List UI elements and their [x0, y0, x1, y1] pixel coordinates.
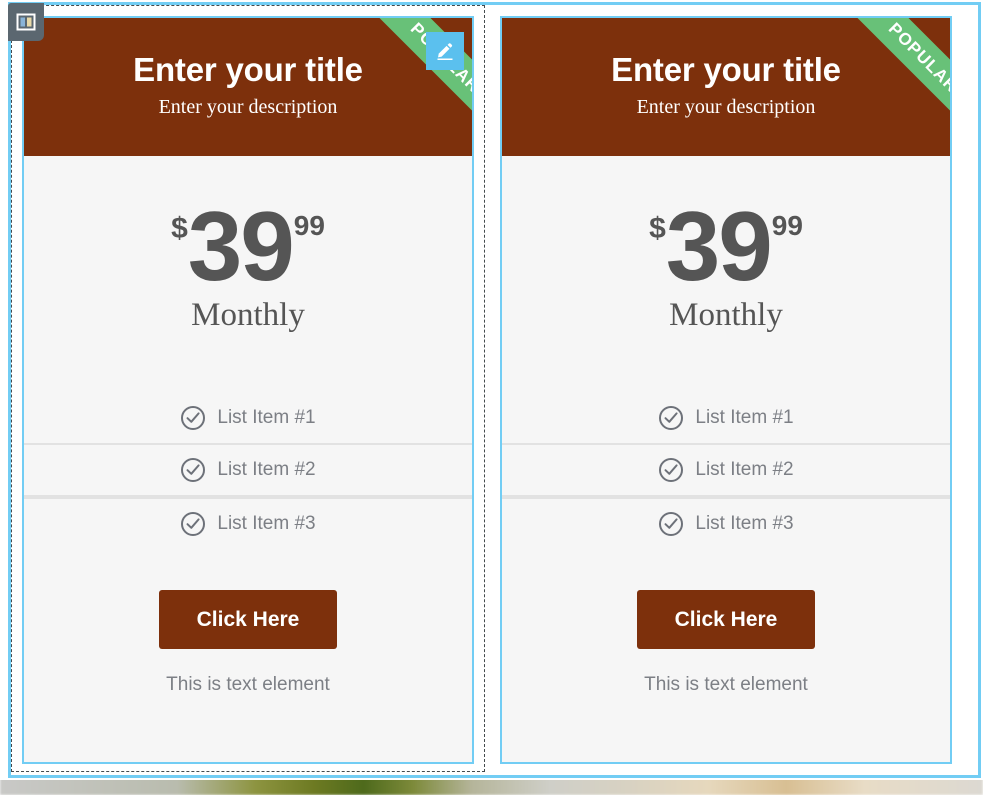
- pricing-card-right[interactable]: Enter your title Enter your description …: [500, 16, 952, 764]
- list-item-label: List Item #2: [695, 459, 794, 481]
- list-item: List Item #2: [24, 443, 472, 498]
- feature-list: List Item #1 List Item #2 List Item #3: [502, 393, 950, 549]
- footer-note: This is text element: [644, 674, 808, 696]
- check-circle-icon: [658, 511, 684, 537]
- list-item-label: List Item #3: [217, 513, 316, 535]
- editor-canvas: Enter your title Enter your description …: [0, 0, 983, 780]
- price-currency: $: [171, 212, 188, 245]
- price-fraction: 99: [771, 210, 803, 241]
- cta-area: Click Here This is text element: [502, 590, 950, 696]
- check-circle-icon: [180, 457, 206, 483]
- list-item: List Item #1: [24, 393, 472, 443]
- price-period: Monthly: [669, 297, 783, 334]
- list-item: List Item #3: [502, 497, 950, 549]
- card-header-right: Enter your title Enter your description …: [502, 18, 950, 156]
- card-body-right: $ 39 99 Monthly List Item #1 List Item #…: [502, 156, 950, 697]
- cta-area: Click Here This is text element: [24, 590, 472, 696]
- card-title: Enter your title: [611, 51, 841, 88]
- edit-widget-button[interactable]: [426, 32, 464, 70]
- list-item-label: List Item #3: [695, 513, 794, 535]
- list-item-label: List Item #1: [695, 407, 794, 429]
- check-circle-icon: [658, 457, 684, 483]
- list-item: List Item #1: [502, 393, 950, 443]
- list-item-label: List Item #2: [217, 459, 316, 481]
- card-title: Enter your title: [133, 51, 363, 88]
- column-left[interactable]: Enter your title Enter your description …: [11, 5, 485, 774]
- list-item: List Item #2: [502, 443, 950, 498]
- price-block: $ 39 99 Monthly: [24, 191, 472, 334]
- check-circle-icon: [180, 405, 206, 431]
- card-subtitle: Enter your description: [636, 96, 816, 119]
- feature-list: List Item #1 List Item #2 List Item #3: [24, 393, 472, 549]
- columns-layout-button[interactable]: [8, 3, 44, 41]
- price-currency: $: [649, 212, 666, 245]
- price-fraction: 99: [293, 210, 325, 241]
- footer-note: This is text element: [166, 674, 330, 696]
- cta-button[interactable]: Click Here: [158, 590, 338, 650]
- list-item: List Item #3: [24, 497, 472, 549]
- pencil-icon: [437, 43, 453, 60]
- price-integer: 39: [187, 191, 295, 301]
- cta-button[interactable]: Click Here: [636, 590, 816, 650]
- column-right[interactable]: Enter your title Enter your description …: [485, 5, 972, 774]
- price-period: Monthly: [191, 297, 305, 334]
- card-header-left: Enter your title Enter your description …: [24, 18, 472, 156]
- price-row: $ 39 99: [171, 191, 325, 301]
- pricing-columns-row: Enter your title Enter your description …: [11, 5, 972, 774]
- price-block: $ 39 99 Monthly: [502, 191, 950, 334]
- card-subtitle: Enter your description: [158, 96, 338, 119]
- price-row: $ 39 99: [649, 191, 803, 301]
- check-circle-icon: [658, 405, 684, 431]
- list-item-label: List Item #1: [217, 407, 316, 429]
- card-body-left: $ 39 99 Monthly List Item #1 List Item #…: [24, 156, 472, 697]
- check-circle-icon: [180, 511, 206, 537]
- price-integer: 39: [665, 191, 773, 301]
- columns-icon: [16, 13, 36, 31]
- pricing-card-left[interactable]: Enter your title Enter your description …: [22, 16, 474, 764]
